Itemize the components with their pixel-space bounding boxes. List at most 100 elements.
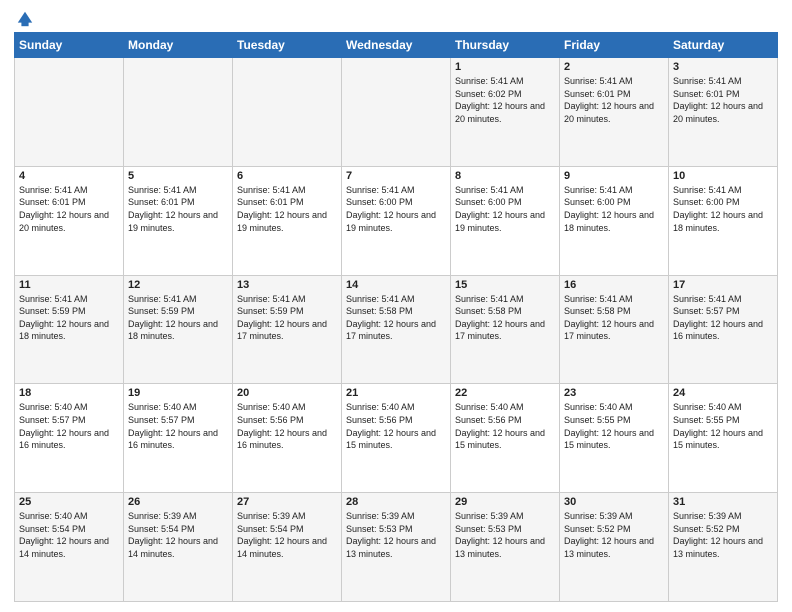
day-info: Sunrise: 5:40 AM Sunset: 5:56 PM Dayligh…: [237, 401, 337, 451]
day-number: 19: [128, 387, 228, 399]
day-number: 24: [673, 387, 773, 399]
day-number: 17: [673, 279, 773, 291]
weekday-header-wednesday: Wednesday: [342, 33, 451, 58]
calendar-table: SundayMondayTuesdayWednesdayThursdayFrid…: [14, 32, 778, 602]
day-number: 23: [564, 387, 664, 399]
calendar-cell: 8Sunrise: 5:41 AM Sunset: 6:00 PM Daylig…: [451, 166, 560, 275]
day-info: Sunrise: 5:41 AM Sunset: 6:01 PM Dayligh…: [564, 75, 664, 125]
calendar-cell: 27 Sunrise: 5:39 AM Sunset: 5:54 PM Dayli…: [233, 493, 342, 602]
day-number: 13: [237, 279, 337, 291]
day-info: Sunrise: 5:41 AM Sunset: 6:01 PM Dayligh…: [237, 184, 337, 234]
day-number: 10: [673, 170, 773, 182]
calendar-row-1: 4 Sunrise: 5:41 AM Sunset: 6:01 PM Daylig…: [15, 166, 778, 275]
weekday-header-thursday: Thursday: [451, 33, 560, 58]
day-number: 22: [455, 387, 555, 399]
calendar-cell: 5 Sunrise: 5:41 AM Sunset: 6:01 PM Daylig…: [124, 166, 233, 275]
day-info: Sunrise: 5:41 AM Sunset: 6:00 PM Dayligh…: [346, 184, 446, 234]
day-number: 30: [564, 496, 664, 508]
day-number: 7: [346, 170, 446, 182]
day-number: 27: [237, 496, 337, 508]
day-info: Sunrise: 5:39 AM Sunset: 5:54 PM Dayligh…: [237, 510, 337, 560]
calendar-cell: 13 Sunrise: 5:41 AM Sunset: 5:59 PM Dayli…: [233, 275, 342, 384]
calendar-cell: 18 Sunrise: 5:40 AM Sunset: 5:57 PM Dayli…: [15, 384, 124, 493]
calendar-cell: [342, 58, 451, 167]
day-info: Sunrise: 5:40 AM Sunset: 5:54 PM Dayligh…: [19, 510, 119, 560]
day-info: Sunrise: 5:39 AM Sunset: 5:53 PM Dayligh…: [346, 510, 446, 560]
calendar-row-2: 11 Sunrise: 5:41 AM Sunset: 5:59 PM Dayli…: [15, 275, 778, 384]
calendar-cell: 19 Sunrise: 5:40 AM Sunset: 5:57 PM Dayli…: [124, 384, 233, 493]
day-info: Sunrise: 5:40 AM Sunset: 5:55 PM Dayligh…: [673, 401, 773, 451]
day-number: 9: [564, 170, 664, 182]
calendar-cell: 7 Sunrise: 5:41 AM Sunset: 6:00 PM Daylig…: [342, 166, 451, 275]
day-number: 4: [19, 170, 119, 182]
calendar-cell: 29Sunrise: 5:39 AM Sunset: 5:53 PM Dayli…: [451, 493, 560, 602]
day-info: Sunrise: 5:41 AM Sunset: 6:02 PM Dayligh…: [455, 75, 555, 125]
calendar-cell: [124, 58, 233, 167]
day-info: Sunrise: 5:41 AM Sunset: 6:01 PM Dayligh…: [128, 184, 228, 234]
weekday-header-tuesday: Tuesday: [233, 33, 342, 58]
day-number: 15: [455, 279, 555, 291]
calendar-cell: 20 Sunrise: 5:40 AM Sunset: 5:56 PM Dayli…: [233, 384, 342, 493]
weekday-header-sunday: Sunday: [15, 33, 124, 58]
day-info: Sunrise: 5:40 AM Sunset: 5:57 PM Dayligh…: [128, 401, 228, 451]
calendar-cell: 16Sunrise: 5:41 AM Sunset: 5:58 PM Dayli…: [560, 275, 669, 384]
day-info: Sunrise: 5:39 AM Sunset: 5:52 PM Dayligh…: [673, 510, 773, 560]
day-number: 8: [455, 170, 555, 182]
calendar-cell: 31 Sunrise: 5:39 AM Sunset: 5:52 PM Dayli…: [669, 493, 778, 602]
calendar-cell: 30 Sunrise: 5:39 AM Sunset: 5:52 PM Dayli…: [560, 493, 669, 602]
calendar-cell: 14Sunrise: 5:41 AM Sunset: 5:58 PM Dayli…: [342, 275, 451, 384]
day-number: 28: [346, 496, 446, 508]
day-info: Sunrise: 5:39 AM Sunset: 5:52 PM Dayligh…: [564, 510, 664, 560]
day-number: 2: [564, 61, 664, 73]
day-number: 29: [455, 496, 555, 508]
day-number: 1: [455, 61, 555, 73]
day-number: 18: [19, 387, 119, 399]
calendar-row-3: 18 Sunrise: 5:40 AM Sunset: 5:57 PM Dayli…: [15, 384, 778, 493]
day-number: 5: [128, 170, 228, 182]
day-number: 26: [128, 496, 228, 508]
day-info: Sunrise: 5:41 AM Sunset: 6:01 PM Dayligh…: [19, 184, 119, 234]
day-info: Sunrise: 5:40 AM Sunset: 5:56 PM Dayligh…: [346, 401, 446, 451]
logo-text: [14, 10, 34, 28]
calendar-cell: 1 Sunrise: 5:41 AM Sunset: 6:02 PM Daylig…: [451, 58, 560, 167]
calendar-cell: [15, 58, 124, 167]
day-info: Sunrise: 5:40 AM Sunset: 5:57 PM Dayligh…: [19, 401, 119, 451]
day-info: Sunrise: 5:41 AM Sunset: 6:00 PM Dayligh…: [564, 184, 664, 234]
day-number: 20: [237, 387, 337, 399]
calendar-cell: 23 Sunrise: 5:40 AM Sunset: 5:55 PM Dayli…: [560, 384, 669, 493]
day-info: Sunrise: 5:39 AM Sunset: 5:54 PM Dayligh…: [128, 510, 228, 560]
calendar-cell: 26 Sunrise: 5:39 AM Sunset: 5:54 PM Dayli…: [124, 493, 233, 602]
calendar-cell: 10Sunrise: 5:41 AM Sunset: 6:00 PM Dayli…: [669, 166, 778, 275]
day-info: Sunrise: 5:41 AM Sunset: 5:59 PM Dayligh…: [237, 293, 337, 343]
day-number: 21: [346, 387, 446, 399]
day-info: Sunrise: 5:41 AM Sunset: 5:58 PM Dayligh…: [455, 293, 555, 343]
calendar-cell: 17Sunrise: 5:41 AM Sunset: 5:57 PM Dayli…: [669, 275, 778, 384]
calendar-cell: 12Sunrise: 5:41 AM Sunset: 5:59 PM Dayli…: [124, 275, 233, 384]
weekday-header-friday: Friday: [560, 33, 669, 58]
calendar-cell: 22 Sunrise: 5:40 AM Sunset: 5:56 PM Dayli…: [451, 384, 560, 493]
day-number: 12: [128, 279, 228, 291]
day-number: 3: [673, 61, 773, 73]
calendar-cell: 4 Sunrise: 5:41 AM Sunset: 6:01 PM Daylig…: [15, 166, 124, 275]
calendar-row-4: 25 Sunrise: 5:40 AM Sunset: 5:54 PM Dayli…: [15, 493, 778, 602]
calendar-cell: 21 Sunrise: 5:40 AM Sunset: 5:56 PM Dayli…: [342, 384, 451, 493]
day-info: Sunrise: 5:41 AM Sunset: 5:58 PM Dayligh…: [564, 293, 664, 343]
calendar-cell: [233, 58, 342, 167]
day-info: Sunrise: 5:41 AM Sunset: 5:58 PM Dayligh…: [346, 293, 446, 343]
day-info: Sunrise: 5:40 AM Sunset: 5:56 PM Dayligh…: [455, 401, 555, 451]
day-number: 31: [673, 496, 773, 508]
calendar-cell: 24 Sunrise: 5:40 AM Sunset: 5:55 PM Dayli…: [669, 384, 778, 493]
day-info: Sunrise: 5:41 AM Sunset: 6:01 PM Dayligh…: [673, 75, 773, 125]
calendar-cell: 15 Sunrise: 5:41 AM Sunset: 5:58 PM Dayli…: [451, 275, 560, 384]
calendar-header-row: SundayMondayTuesdayWednesdayThursdayFrid…: [15, 33, 778, 58]
day-info: Sunrise: 5:40 AM Sunset: 5:55 PM Dayligh…: [564, 401, 664, 451]
calendar-cell: 6Sunrise: 5:41 AM Sunset: 6:01 PM Daylig…: [233, 166, 342, 275]
calendar-cell: 25 Sunrise: 5:40 AM Sunset: 5:54 PM Dayli…: [15, 493, 124, 602]
day-number: 11: [19, 279, 119, 291]
day-info: Sunrise: 5:41 AM Sunset: 5:59 PM Dayligh…: [19, 293, 119, 343]
day-number: 25: [19, 496, 119, 508]
calendar-row-0: 1 Sunrise: 5:41 AM Sunset: 6:02 PM Daylig…: [15, 58, 778, 167]
calendar-cell: 28 Sunrise: 5:39 AM Sunset: 5:53 PM Dayli…: [342, 493, 451, 602]
calendar-cell: 11 Sunrise: 5:41 AM Sunset: 5:59 PM Dayli…: [15, 275, 124, 384]
page: SundayMondayTuesdayWednesdayThursdayFrid…: [0, 0, 792, 612]
